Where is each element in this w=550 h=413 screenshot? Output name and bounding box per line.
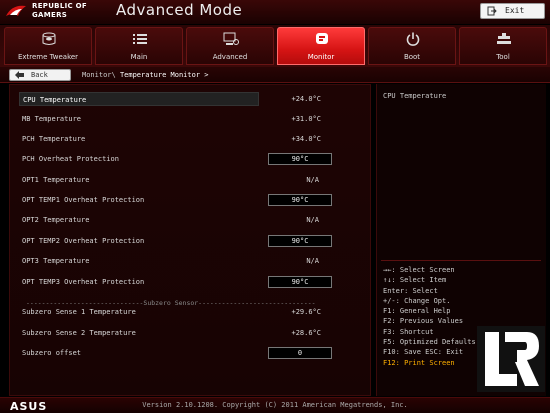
setting-row-opt-temp3-overheat[interactable]: OPT TEMP3 Overheat Protection 90°C — [19, 275, 359, 289]
breadcrumb-bar: Back Monitor\ Temperature Monitor > — [0, 67, 550, 83]
back-arrow-icon — [15, 71, 24, 79]
tab-advanced[interactable]: Advanced — [186, 27, 274, 65]
setting-value: +31.0°C — [291, 115, 321, 123]
tab-label: Boot — [403, 53, 421, 61]
tweaker-icon — [42, 32, 56, 45]
tab-main[interactable]: Main — [95, 27, 183, 65]
header-bar: REPUBLIC OF GAMERS Advanced Mode Exit — [0, 0, 550, 24]
tab-tool[interactable]: Tool — [459, 27, 547, 65]
tab-label: Tool — [496, 53, 510, 61]
setting-row-subzero-offset[interactable]: Subzero offset 0 — [19, 346, 359, 360]
setting-label: OPT3 Temperature — [22, 257, 90, 265]
tab-label: Main — [130, 53, 148, 61]
setting-value: +24.0°C — [291, 95, 321, 103]
setting-row-opt-temp1-overheat[interactable]: OPT TEMP1 Overheat Protection 90°C — [19, 193, 359, 207]
version-text: Version 2.10.1208. Copyright (C) 2011 Am… — [142, 401, 408, 409]
page-title: Advanced Mode — [116, 1, 243, 19]
key-hint: Enter: Select — [383, 286, 438, 295]
setting-row-subzero-sense1[interactable]: Subzero Sense 1 Temperature +29.6°C — [19, 305, 359, 319]
asus-logo: ASUS — [10, 400, 47, 412]
back-button[interactable]: Back — [9, 69, 71, 81]
watermark-logo-icon — [477, 326, 545, 392]
pch-overheat-field[interactable]: 90°C — [268, 153, 332, 165]
opt-temp1-overheat-field[interactable]: 90°C — [268, 194, 332, 206]
opt-temp3-overheat-field[interactable]: 90°C — [268, 276, 332, 288]
setting-label: PCH Temperature — [22, 135, 86, 143]
opt-temp2-overheat-field[interactable]: 90°C — [268, 235, 332, 247]
setting-row-cpu-temperature[interactable]: CPU Temperature +24.0°C — [19, 92, 359, 106]
setting-label: OPT TEMP2 Overheat Protection — [22, 237, 145, 245]
tab-extreme-tweaker[interactable]: Extreme Tweaker — [4, 27, 92, 65]
setting-row-subzero-sense2[interactable]: Subzero Sense 2 Temperature +28.6°C — [19, 326, 359, 340]
setting-row-opt1-temperature[interactable]: OPT1 Temperature N/A — [19, 173, 359, 187]
setting-value: +29.6°C — [291, 308, 321, 316]
key-hint: F1: General Help — [383, 307, 451, 316]
tab-monitor[interactable]: Monitor — [277, 27, 365, 65]
setting-row-pch-overheat[interactable]: PCH Overheat Protection 90°C — [19, 152, 359, 166]
setting-label: PCH Overheat Protection — [22, 155, 119, 163]
key-hint: →←: Select Screen — [383, 266, 455, 274]
svg-text:ASUS: ASUS — [10, 400, 47, 412]
tab-bar: Extreme Tweaker Main Advanced Monitor Bo… — [0, 25, 550, 67]
setting-row-pch-temperature[interactable]: PCH Temperature +34.0°C — [19, 132, 359, 146]
setting-row-opt-temp2-overheat[interactable]: OPT TEMP2 Overheat Protection 90°C — [19, 234, 359, 248]
setting-value: +34.0°C — [291, 135, 321, 143]
setting-row-opt2-temperature[interactable]: OPT2 Temperature N/A — [19, 213, 359, 227]
tab-label: Monitor — [307, 53, 335, 61]
advanced-icon — [223, 32, 239, 45]
setting-value: N/A — [306, 257, 319, 265]
setting-label: OPT1 Temperature — [22, 176, 90, 184]
brand-text: REPUBLIC OF GAMERS — [32, 2, 87, 20]
brand-line2: GAMERS — [32, 11, 68, 19]
setting-label: OPT2 Temperature — [22, 216, 90, 224]
tab-boot[interactable]: Boot — [368, 27, 456, 65]
footer-bar: Version 2.10.1208. Copyright (C) 2011 Am… — [0, 397, 550, 413]
tab-label: Extreme Tweaker — [17, 53, 79, 61]
setting-label: OPT TEMP1 Overheat Protection — [22, 196, 145, 204]
back-label: Back — [31, 71, 48, 79]
monitor-icon — [316, 33, 328, 44]
help-divider — [381, 260, 541, 261]
breadcrumb-path[interactable]: Monitor\ — [82, 71, 116, 79]
brand-line1: REPUBLIC OF — [32, 2, 87, 10]
breadcrumb: Monitor\ Temperature Monitor > — [82, 71, 208, 79]
setting-value: N/A — [306, 176, 319, 184]
exit-icon — [487, 6, 497, 16]
tab-label: Advanced — [212, 53, 248, 61]
setting-label: CPU Temperature — [19, 92, 259, 106]
setting-row-mb-temperature[interactable]: MB Temperature +31.0°C — [19, 112, 359, 126]
setting-label: OPT TEMP3 Overheat Protection — [22, 278, 145, 286]
tool-icon — [497, 33, 511, 44]
settings-panel: CPU Temperature +24.0°C MB Temperature +… — [9, 84, 371, 396]
key-hint: +/-: Change Opt. — [383, 296, 451, 305]
setting-label: Subzero offset — [22, 349, 82, 357]
setting-label: Subzero Sense 2 Temperature — [22, 329, 136, 337]
rog-eye-icon — [6, 5, 26, 16]
setting-label: Subzero Sense 1 Temperature — [22, 308, 136, 316]
setting-value: +28.6°C — [291, 329, 321, 337]
setting-value: N/A — [306, 216, 319, 224]
power-icon — [406, 32, 420, 46]
breadcrumb-current: Temperature Monitor > — [119, 71, 209, 79]
setting-row-opt3-temperature[interactable]: OPT3 Temperature N/A — [19, 254, 359, 268]
subzero-offset-field[interactable]: 0 — [268, 347, 332, 359]
key-hint: ↑↓: Select Item — [383, 276, 447, 285]
setting-label: MB Temperature — [22, 115, 82, 123]
help-description: CPU Temperature — [383, 92, 447, 100]
exit-label: Exit — [505, 6, 525, 15]
exit-button[interactable]: Exit — [480, 3, 545, 19]
list-icon — [133, 34, 147, 44]
